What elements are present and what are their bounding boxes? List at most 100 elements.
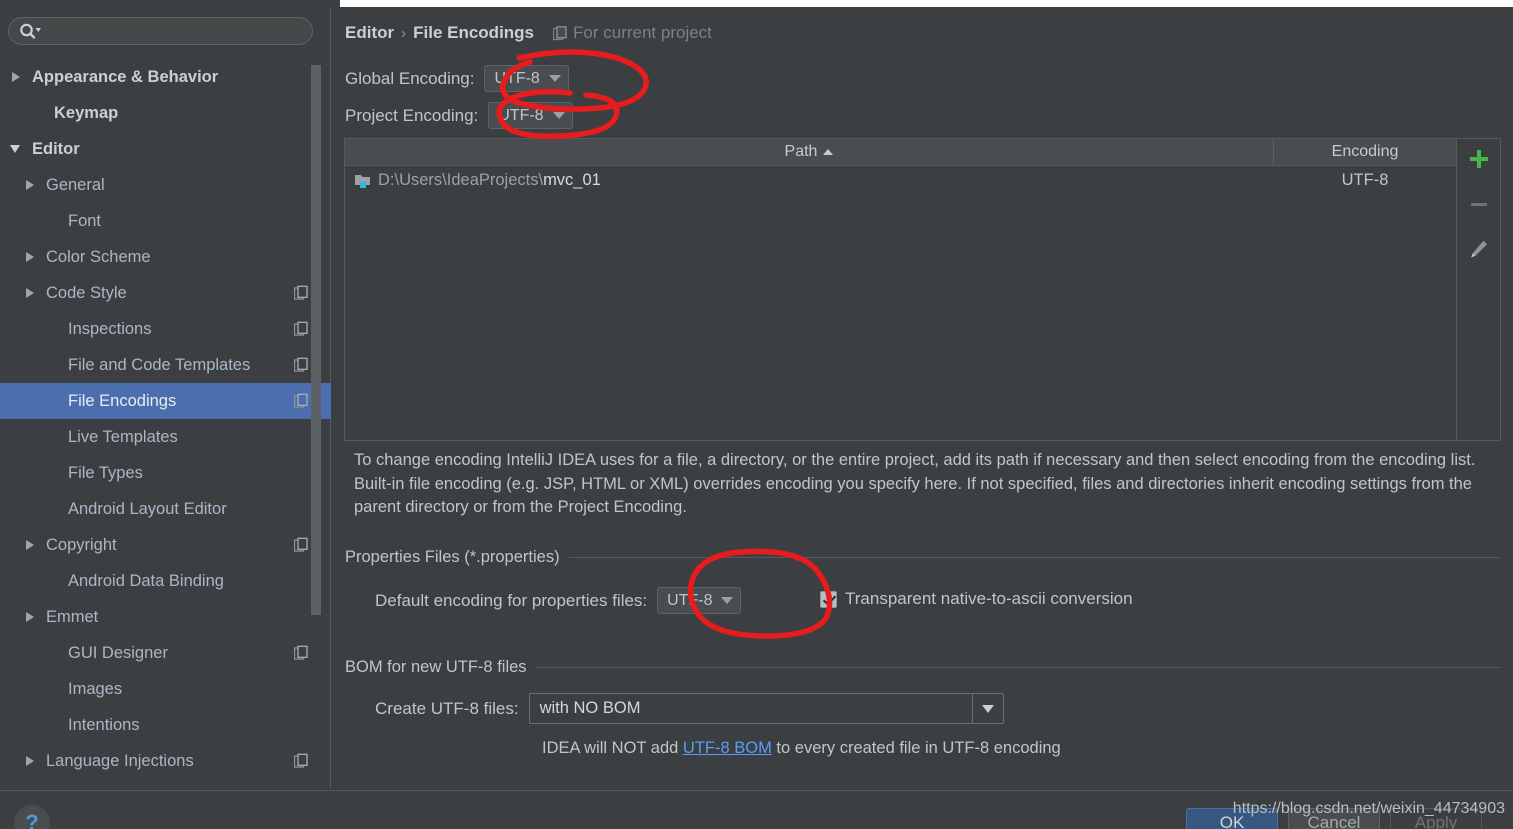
sidebar-item-label: File Encodings	[68, 391, 177, 410]
sidebar-item-gui-designer[interactable]: GUI Designer	[0, 635, 331, 671]
add-icon	[1469, 150, 1488, 168]
nav-spacer	[46, 466, 60, 480]
chevron-down-icon	[548, 75, 561, 82]
create-utf8-files-label: Create UTF-8 files:	[375, 698, 519, 718]
sort-ascending-icon	[823, 149, 834, 155]
dropdown-button[interactable]	[971, 694, 1003, 723]
copy-icon	[553, 25, 567, 40]
create-utf8-files-dropdown[interactable]: with NO BOM	[528, 693, 1004, 724]
sidebar-item-file-encodings[interactable]: File Encodings	[0, 383, 331, 419]
sidebar-item-editor[interactable]: Editor	[0, 131, 331, 167]
chevron-down-icon	[552, 112, 565, 119]
default-properties-encoding-dropdown[interactable]: UTF-8	[657, 587, 742, 614]
search-input[interactable]	[8, 17, 313, 45]
table-row[interactable]: D:\Users\IdeaProjects\mvc_01 UTF-8	[345, 166, 1456, 194]
copy-icon	[294, 285, 308, 300]
sidebar-item-intentions[interactable]: Intentions	[0, 707, 331, 743]
breadcrumb-root[interactable]: Editor	[345, 23, 394, 43]
sidebar-item-android-layout-editor[interactable]: Android Layout Editor	[0, 491, 331, 527]
column-header-path-label: Path	[784, 143, 818, 160]
sidebar-item-color-scheme[interactable]: Color Scheme	[0, 239, 331, 275]
sidebar-item-copyright[interactable]: Copyright	[0, 527, 331, 563]
project-encoding-label: Project Encoding:	[345, 105, 479, 125]
for-current-project-badge: For current project	[553, 23, 712, 43]
search-field-wrapper	[8, 17, 313, 45]
nav-spacer	[46, 574, 60, 588]
transparent-conversion-checkbox[interactable]	[820, 590, 837, 608]
table-cell-path-prefix: D:\Users\IdeaProjects\	[378, 170, 544, 189]
properties-files-group-header: Properties Files (*.properties)	[345, 548, 1500, 567]
edit-icon	[1470, 240, 1487, 258]
help-button[interactable]: ?	[14, 805, 50, 829]
transparent-conversion-row[interactable]: Transparent native-to-ascii conversion	[820, 589, 1133, 609]
sidebar-item-file-types[interactable]: File Types	[0, 455, 331, 491]
sidebar-item-label: Inspections	[68, 319, 152, 338]
transparent-conversion-label: Transparent native-to-ascii conversion	[845, 589, 1133, 608]
sidebar-item-android-data-binding[interactable]: Android Data Binding	[0, 563, 331, 599]
default-properties-encoding-row: Default encoding for properties files: U…	[375, 587, 742, 614]
global-encoding-dropdown[interactable]: UTF-8	[484, 65, 569, 92]
sidebar-item-font[interactable]: Font	[0, 203, 331, 239]
default-properties-encoding-label: Default encoding for properties files:	[375, 590, 648, 610]
chevron-down-icon[interactable]	[10, 142, 24, 156]
sidebar-item-images[interactable]: Images	[0, 671, 331, 707]
chevron-right-icon[interactable]	[24, 178, 38, 192]
breadcrumb-current: File Encodings	[413, 23, 535, 42]
sidebar-item-keymap[interactable]: Keymap	[0, 95, 331, 131]
sidebar-scrollbar-thumb[interactable]	[311, 65, 321, 615]
create-utf8-files-row: Create UTF-8 files: with NO BOM	[375, 693, 1004, 724]
nav-spacer	[46, 322, 60, 336]
sidebar-item-label: Keymap	[54, 103, 119, 122]
project-encoding-dropdown[interactable]: UTF-8	[488, 102, 573, 129]
sidebar-item-appearance-behavior[interactable]: Appearance & Behavior	[0, 59, 331, 95]
sidebar-item-code-style[interactable]: Code Style	[0, 275, 331, 311]
search-icon	[20, 23, 41, 39]
remove-icon	[1470, 203, 1487, 206]
sidebar-item-language-injections[interactable]: Language Injections	[0, 743, 331, 779]
sidebar-item-label: File Types	[68, 463, 143, 482]
group-divider-line	[535, 667, 1500, 668]
chevron-down-icon	[981, 704, 994, 713]
sidebar-item-emmet[interactable]: Emmet	[0, 599, 331, 635]
table-toolbar	[1456, 139, 1500, 440]
chevron-right-icon[interactable]	[24, 538, 38, 552]
chevron-right-icon[interactable]	[24, 754, 38, 768]
nav-spacer	[46, 646, 60, 660]
sidebar-item-label: Live Templates	[68, 427, 178, 446]
nav-spacer	[46, 682, 60, 696]
bom-group-title: BOM for new UTF-8 files	[345, 658, 527, 676]
add-button[interactable]	[1465, 145, 1493, 173]
column-header-encoding-label: Encoding	[1331, 143, 1399, 160]
remove-button[interactable]	[1465, 190, 1493, 218]
settings-nav-list[interactable]: Appearance & Behavior Keymap Editor General…	[0, 59, 331, 789]
utf8-bom-link[interactable]: UTF-8 BOM	[683, 739, 772, 757]
column-header-path[interactable]: Path	[345, 139, 1274, 165]
sidebar-item-file-and-code-templates[interactable]: File and Code Templates	[0, 347, 331, 383]
sidebar-item-label: Code Style	[46, 283, 127, 302]
chevron-right-icon[interactable]	[24, 250, 38, 264]
sidebar-item-general[interactable]: General	[0, 167, 331, 203]
nav-spacer	[46, 394, 60, 408]
sidebar-item-label: Language Injections	[46, 751, 194, 770]
column-header-encoding[interactable]: Encoding	[1274, 139, 1456, 165]
edit-button[interactable]	[1465, 235, 1493, 263]
sidebar-item-label: Editor	[32, 139, 80, 158]
encodings-table: Path Encoding D:\Users\IdeaProjects\mvc_…	[344, 138, 1501, 441]
sidebar-item-label: Copyright	[46, 535, 117, 554]
top-strip-dark-left	[0, 0, 340, 7]
chevron-right-icon[interactable]	[24, 610, 38, 624]
default-properties-encoding-value: UTF-8	[667, 591, 713, 609]
sidebar-item-inspections[interactable]: Inspections	[0, 311, 331, 347]
chevron-right-icon[interactable]	[24, 286, 38, 300]
table-header-row: Path Encoding	[345, 139, 1456, 166]
project-encoding-row: Project Encoding: UTF-8	[345, 102, 573, 129]
chevron-right-icon[interactable]	[10, 70, 24, 84]
table-cell-encoding[interactable]: UTF-8	[1274, 171, 1456, 190]
encodings-description: To change encoding IntelliJ IDEA uses fo…	[354, 451, 1476, 516]
sidebar-item-label: Android Data Binding	[68, 571, 224, 590]
sidebar-item-live-templates[interactable]: Live Templates	[0, 419, 331, 455]
table-cell-path: D:\Users\IdeaProjects\mvc_01	[345, 171, 1274, 190]
nav-spacer	[32, 106, 46, 120]
copy-icon	[294, 753, 308, 768]
sidebar-item-label: Emmet	[46, 607, 99, 626]
